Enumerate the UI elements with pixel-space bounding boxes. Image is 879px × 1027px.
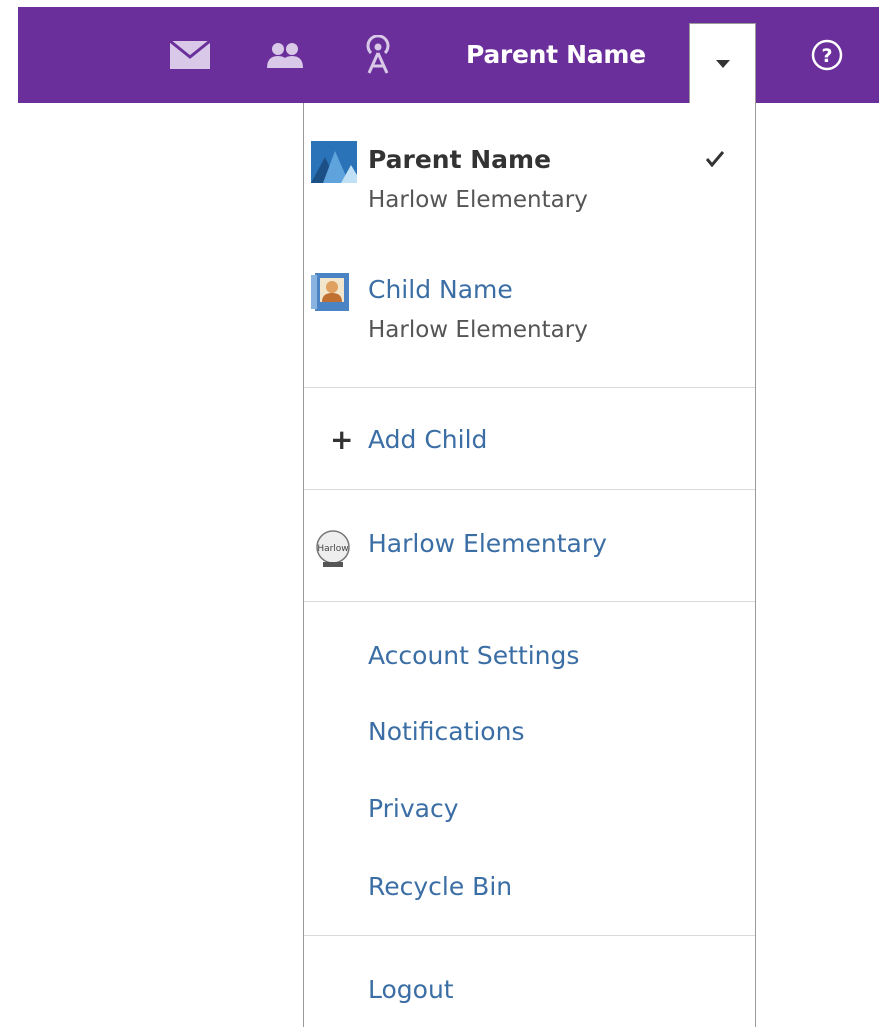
parent-avatar-icon	[311, 141, 357, 183]
svg-text:Harlow: Harlow	[317, 544, 348, 554]
account-name: Child Name	[368, 275, 513, 304]
svg-text:?: ?	[821, 45, 832, 67]
notifications-link[interactable]: Notifications	[368, 715, 524, 749]
people-icon[interactable]	[260, 7, 310, 103]
checkmark-icon	[705, 151, 725, 171]
divider	[304, 387, 755, 388]
help-icon[interactable]: ?	[802, 7, 852, 103]
divider	[304, 935, 755, 936]
privacy-link[interactable]: Privacy	[368, 792, 459, 826]
user-name[interactable]: Parent Name	[466, 7, 646, 103]
mail-icon[interactable]	[166, 7, 214, 103]
account-settings-link[interactable]: Account Settings	[368, 639, 579, 673]
child-avatar-icon	[311, 271, 357, 313]
feed-icon[interactable]	[358, 7, 398, 103]
divider	[304, 489, 755, 490]
recycle-bin-link[interactable]: Recycle Bin	[368, 870, 512, 904]
account-name: Parent Name	[368, 145, 552, 174]
account-school: Harlow Elementary	[368, 317, 588, 343]
add-child-link[interactable]: Add Child	[368, 423, 487, 457]
account-dropdown-menu: Parent Name Harlow Elementary Child Name…	[303, 103, 756, 1027]
account-school: Harlow Elementary	[368, 187, 588, 213]
top-navigation-bar: Parent Name ?	[18, 7, 879, 104]
account-item-child[interactable]: Child Name Harlow Elementary	[304, 233, 755, 343]
school-link[interactable]: Harlow Elementary	[368, 527, 607, 561]
divider	[304, 601, 755, 602]
account-item-parent[interactable]: Parent Name Harlow Elementary	[304, 103, 755, 213]
account-dropdown-toggle[interactable]	[689, 23, 756, 104]
logout-link[interactable]: Logout	[368, 973, 454, 1007]
caret-down-icon	[715, 59, 730, 68]
plus-icon: +	[330, 423, 354, 456]
school-logo-icon: Harlow	[312, 528, 354, 570]
